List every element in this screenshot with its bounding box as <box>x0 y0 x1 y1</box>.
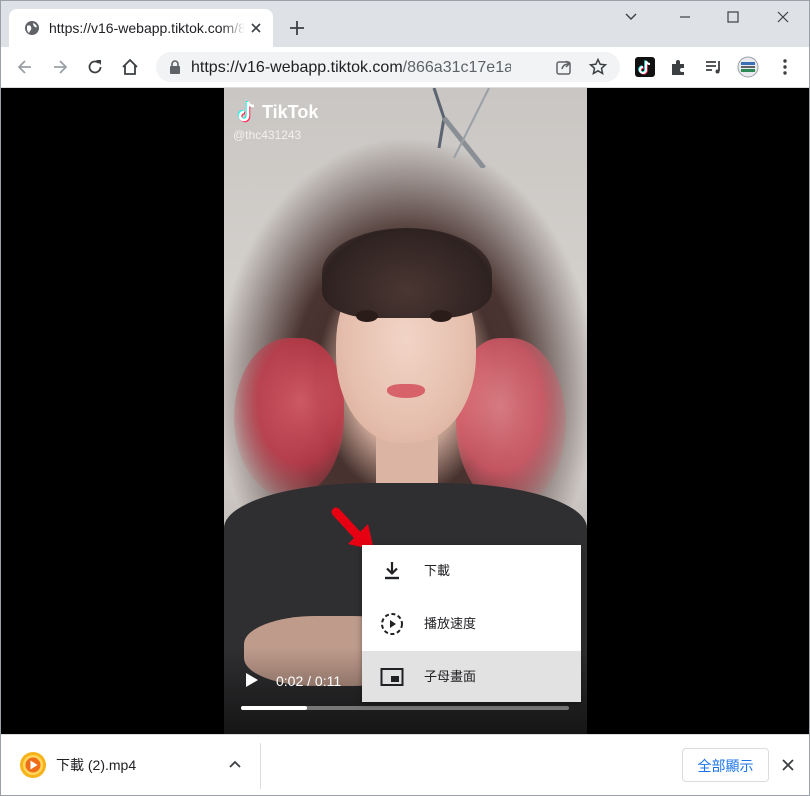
close-shelf-icon[interactable] <box>779 756 797 774</box>
url-path: /866a31c17e1a... <box>402 59 511 76</box>
menu-item-label: 子母畫面 <box>424 669 477 684</box>
close-tab-icon[interactable] <box>248 20 264 36</box>
menu-item-label: 下載 <box>424 563 451 578</box>
forward-icon[interactable] <box>50 57 70 77</box>
profile-avatar-icon[interactable] <box>737 56 759 78</box>
reload-icon[interactable] <box>85 57 105 77</box>
bookmark-star-icon[interactable] <box>588 57 608 77</box>
right-eye <box>430 310 452 322</box>
minimize-icon[interactable] <box>670 7 700 27</box>
hair-fringe <box>322 228 492 318</box>
new-tab-icon[interactable] <box>287 18 307 38</box>
url-text[interactable]: https://v16-webapp.tiktok.com/866a31c17e… <box>191 58 511 77</box>
tiktok-logo-icon <box>237 101 255 123</box>
home-icon[interactable] <box>120 57 140 77</box>
url-host: https://v16-webapp.tiktok.com <box>191 59 403 76</box>
share-icon[interactable] <box>554 57 574 77</box>
menu-item-picture-in-picture[interactable]: 子母畫面 <box>362 651 581 702</box>
lips <box>387 384 425 398</box>
tab-strip: https://v16-webapp.tiktok.com/866a31c17e… <box>0 0 810 47</box>
playback-speed-icon <box>381 613 403 635</box>
chrome-menu-icon[interactable] <box>774 56 796 78</box>
picture-in-picture-icon <box>380 668 404 686</box>
menu-item-label: 播放速度 <box>424 616 477 631</box>
media-playlist-icon[interactable] <box>703 56 725 78</box>
chevron-up-icon[interactable] <box>226 756 244 774</box>
left-eye <box>356 310 378 322</box>
progress-fill <box>241 706 307 710</box>
hair-highlight-left <box>234 338 344 498</box>
background-hanger-image <box>432 88 490 168</box>
progress-bar[interactable] <box>241 706 569 710</box>
tiktok-wordmark: TikTok <box>262 102 319 122</box>
play-icon[interactable] <box>245 672 259 688</box>
shelf-divider <box>260 743 261 789</box>
close-window-icon[interactable] <box>768 7 798 27</box>
tab-search-chevron-icon[interactable] <box>616 7 646 27</box>
tab-title: https://v16-webapp.tiktok.com/866a31c17e… <box>49 20 245 37</box>
page-content: TikTok @thc431243 0:02 / 0:11 下載 播放速度 子母… <box>0 88 810 734</box>
media-file-icon <box>20 752 46 778</box>
back-icon[interactable] <box>15 57 35 77</box>
download-file-name: 下載 (2).mp4 <box>56 757 137 773</box>
lock-icon[interactable] <box>168 59 182 75</box>
extensions-puzzle-icon[interactable] <box>668 56 690 78</box>
download-icon <box>385 562 399 580</box>
show-all-button[interactable]: 全部顯示 <box>682 748 769 782</box>
address-bar[interactable]: https://v16-webapp.tiktok.com/866a31c17e… <box>156 52 620 82</box>
menu-item-download[interactable]: 下載 <box>362 545 581 597</box>
video-username: @thc431243 <box>233 128 302 142</box>
globe-icon <box>25 21 39 35</box>
download-shelf: 下載 (2).mp4 全部顯示 <box>0 734 810 796</box>
tiktok-extension-icon[interactable] <box>634 56 656 78</box>
browser-toolbar: https://v16-webapp.tiktok.com/866a31c17e… <box>0 47 810 88</box>
maximize-icon[interactable] <box>718 7 748 27</box>
video-context-menu: 下載 播放速度 子母畫面 <box>362 545 581 702</box>
time-display: 0:02 / 0:11 <box>276 673 342 689</box>
browser-tab[interactable]: https://v16-webapp.tiktok.com/866a31c17e… <box>9 9 273 47</box>
show-all-label: 全部顯示 <box>697 758 754 774</box>
menu-item-playback-speed[interactable]: 播放速度 <box>362 598 581 650</box>
